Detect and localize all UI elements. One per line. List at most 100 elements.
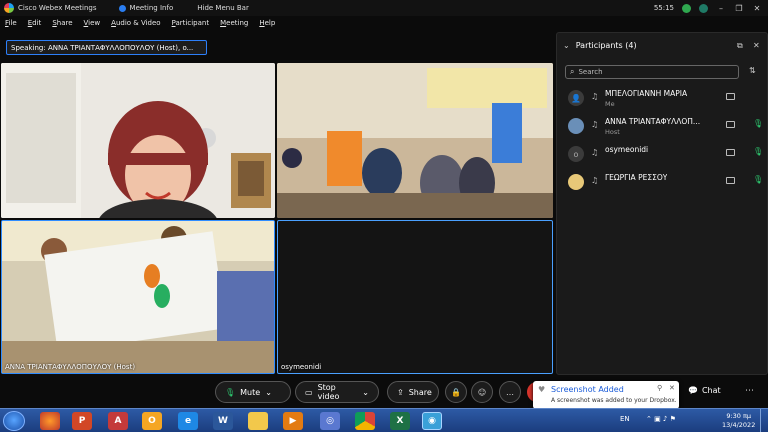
sort-icon[interactable]: ⇅	[749, 66, 756, 75]
headset-icon: ♫	[591, 176, 599, 185]
avatar	[568, 174, 584, 190]
avatar	[568, 118, 584, 134]
app-title: Cisco Webex Meetings	[18, 4, 97, 12]
show-desktop-button[interactable]	[760, 409, 768, 432]
word-icon[interactable]: W	[213, 412, 233, 430]
mute-button[interactable]: 🎙 Mute ⌄	[215, 381, 291, 403]
pop-out-icon[interactable]: ⧉	[737, 41, 743, 51]
menu-share[interactable]: Share	[52, 19, 72, 27]
clock-time: 9:30 πμ	[726, 412, 752, 420]
stop-video-label: Stop video	[317, 383, 340, 401]
video-feed-students	[2, 221, 274, 373]
minimize-button[interactable]: –	[716, 4, 726, 13]
chat-button[interactable]: 💬 Chat	[688, 386, 721, 395]
speaking-indicator: Speaking: ΑΝΝΑ ΤΡΙΑΝΤΑΦΥΛΛΟΠΟΥΛΟΥ (Host)…	[6, 40, 207, 55]
microphone-icon: 🎙	[225, 387, 236, 397]
share-screen-icon: ⇪	[397, 387, 404, 397]
powerpoint-icon[interactable]: P	[72, 412, 92, 430]
camera-icon[interactable]	[726, 121, 735, 128]
connection-status-icon	[682, 3, 691, 13]
notification-body: A screenshot was added to your Dropbox.	[551, 397, 677, 404]
video-tile-host-face[interactable]	[1, 63, 275, 218]
meeting-info-label: Meeting Info	[129, 4, 174, 12]
chevron-down-icon: ⌄	[362, 387, 369, 397]
participant-row[interactable]: o ♫ osymeonidi 🎙	[557, 141, 768, 165]
menu-participant[interactable]: Participant	[172, 19, 210, 27]
firefox-icon[interactable]	[40, 412, 60, 430]
share-button[interactable]: ⇪ Share	[387, 381, 439, 403]
video-camera-icon: ▭	[305, 387, 313, 397]
chevron-down-icon: ⌄	[265, 387, 272, 397]
mute-label: Mute	[240, 387, 261, 397]
participant-name: osymeonidi	[605, 145, 649, 154]
headset-icon: ♫	[591, 92, 599, 101]
user-avatar-icon[interactable]	[699, 3, 708, 13]
participant-row[interactable]: ♫ ΑΝΝΑ ΤΡΙΑΝΤΑΦΥΛΛΟΠ... Host 🎙	[557, 113, 768, 137]
menu-view[interactable]: View	[84, 19, 101, 27]
tray-icons[interactable]: ⌃ ▣ ♪ ⚑	[646, 415, 676, 423]
lock-icon[interactable]: 🔒	[445, 381, 467, 403]
camera-icon[interactable]	[726, 93, 735, 100]
meeting-info-button[interactable]: Meeting Info	[118, 4, 174, 12]
video-feed-classroom	[277, 63, 553, 218]
participant-name: ΑΝΝΑ ΤΡΙΑΝΤΑΦΥΛΛΟΠ...	[605, 117, 701, 126]
close-button[interactable]: ✕	[752, 4, 762, 13]
participant-name: ΜΠΕΛΟΓΙΑΝΝΗ ΜΑΡΙΑ	[605, 89, 688, 98]
microphone-icon[interactable]: 🎙	[753, 119, 763, 128]
chat-label: Chat	[701, 386, 721, 395]
hide-menu-bar-button[interactable]: Hide Menu Bar	[197, 4, 249, 12]
participant-row[interactable]: ♫ ΓΕΩΡΓΙΑ ΡΕΣΣΟΥ 🎙	[557, 169, 768, 193]
search-input[interactable]	[578, 68, 729, 76]
language-indicator[interactable]: EN	[620, 415, 630, 423]
video-tile-students-banner[interactable]: ΑΝΝΑ ΤΡΙΑΝΤΑΦΥΛΛΟΠΟΥΛΟΥ (Host)	[1, 220, 275, 374]
webex-logo-icon	[4, 3, 14, 13]
participant-role: Me	[605, 100, 615, 108]
tile-name-host: ΑΝΝΑ ΤΡΙΑΝΤΑΦΥΛΛΟΠΟΥΛΟΥ (Host)	[5, 363, 136, 371]
pin-icon[interactable]: ⚲	[657, 384, 662, 392]
internet-explorer-icon[interactable]: e	[178, 412, 198, 430]
webex-taskbar-icon[interactable]: ◉	[422, 412, 442, 430]
avatar: 👤	[568, 90, 584, 106]
menu-help[interactable]: Help	[259, 19, 275, 27]
participant-row[interactable]: 👤 ♫ ΜΠΕΛΟΓΙΑΝΝΗ ΜΑΡΙΑ Me	[557, 85, 768, 109]
camera-icon[interactable]	[726, 177, 735, 184]
title-bar: Cisco Webex Meetings Meeting Info Hide M…	[0, 0, 768, 16]
video-feed-teacher	[1, 63, 275, 218]
start-button[interactable]	[3, 411, 25, 431]
participant-role: Host	[605, 128, 620, 136]
video-tile-classroom[interactable]	[277, 63, 553, 218]
close-icon[interactable]: ✕	[669, 384, 675, 392]
media-player-icon[interactable]: ▶	[283, 412, 303, 430]
participants-panel: ⌄ Participants (4) ⧉ ✕ ⌕ ⇅ 👤 ♫ ΜΠΕΛΟΓΙΑΝ…	[556, 32, 768, 375]
screenshot-notification[interactable]: ♥ Screenshot Added A screenshot was adde…	[533, 381, 679, 413]
more-menu-icon[interactable]: ⋯	[745, 386, 754, 396]
microphone-icon[interactable]: 🎙	[753, 175, 763, 184]
menu-file[interactable]: File	[5, 19, 17, 27]
webex-window: Cisco Webex Meetings Meeting Info Hide M…	[0, 0, 768, 432]
file-explorer-icon[interactable]	[248, 412, 268, 430]
menu-edit[interactable]: Edit	[28, 19, 42, 27]
headset-icon: ♫	[591, 148, 599, 157]
excel-icon[interactable]: X	[390, 412, 410, 430]
chrome-icon[interactable]	[355, 412, 375, 430]
system-clock[interactable]: 9:30 πμ 13/4/2022	[722, 412, 755, 430]
restore-button[interactable]: ❐	[734, 4, 744, 13]
stop-video-button[interactable]: ▭ Stop video ⌄	[295, 381, 379, 403]
access-icon[interactable]: A	[108, 412, 128, 430]
outlook-icon[interactable]: O	[142, 412, 162, 430]
meeting-timer: 55:15	[653, 4, 674, 12]
reactions-icon[interactable]: ☺	[471, 381, 493, 403]
windows-taskbar: P A O e W ▶ ◎ X ◉ EN ⌃ ▣ ♪ ⚑ 9:30 πμ 13/…	[0, 408, 768, 432]
video-tile-osymeonidi[interactable]: osymeonidi	[277, 220, 553, 374]
participants-header[interactable]: ⌄ Participants (4)	[563, 41, 637, 50]
dropbox-icon: ♥	[538, 385, 546, 394]
cortana-icon[interactable]: ◎	[320, 412, 340, 430]
close-panel-icon[interactable]: ✕	[753, 41, 760, 50]
chevron-down-icon: ⌄	[563, 41, 570, 50]
menu-audio-video[interactable]: Audio & Video	[111, 19, 160, 27]
camera-icon[interactable]	[726, 149, 735, 156]
microphone-icon[interactable]: 🎙	[753, 147, 763, 156]
more-options-icon[interactable]: …	[499, 381, 521, 403]
participant-search[interactable]: ⌕	[565, 65, 739, 79]
menu-meeting[interactable]: Meeting	[220, 19, 248, 27]
